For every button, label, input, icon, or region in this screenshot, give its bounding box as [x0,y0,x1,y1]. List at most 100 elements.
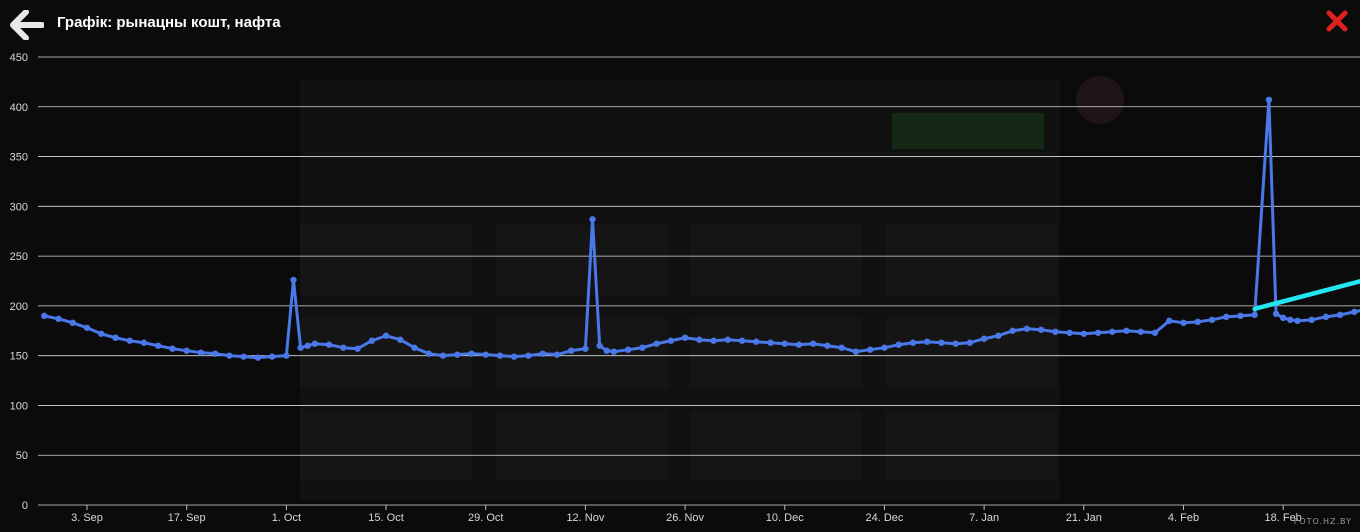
data-point [325,341,333,348]
data-point [304,342,311,349]
y-tick-label: 50 [16,450,28,462]
data-point [966,339,974,346]
data-point [696,336,703,343]
data-point [895,341,902,348]
grid-layer [38,56,1360,506]
data-point [283,352,290,359]
data-point [83,324,91,331]
data-point [425,350,432,357]
data-point [126,337,133,344]
data-point [582,345,589,352]
data-point [596,342,603,349]
price-chart: 0 50 100 150 200 250 300 350 400 450 3. Sep 17. Se… [10,52,1360,524]
data-point [140,339,148,346]
data-point [1137,328,1144,335]
data-point [810,340,817,347]
data-point [1052,328,1059,335]
data-point [1287,316,1294,324]
data-point [169,345,176,352]
data-point [724,336,731,343]
data-point [211,350,219,357]
y-tick-label: 150 [10,351,28,363]
y-tick-label: 100 [10,400,28,412]
data-point [781,340,788,347]
x-tick-label: 3. Sep [71,512,103,524]
data-point [340,344,347,351]
x-tick-label: 10. Dec [766,512,804,524]
data-point [1322,313,1330,321]
x-tick-label: 1. Oct [272,512,301,524]
x-tick-label: 7. Jan [969,512,999,524]
data-point [1166,317,1173,325]
data-point [738,337,746,344]
data-point [753,338,760,345]
data-point [1194,318,1201,326]
data-point [1223,313,1230,321]
y-tick-label: 350 [10,152,28,164]
data-point [1279,314,1287,322]
x-tick-label: 4. Feb [1168,512,1199,524]
data-point [240,353,247,360]
data-point [952,340,959,347]
series-layer [41,96,1360,361]
data-point [1265,96,1273,104]
data-point [980,335,988,342]
data-point [681,334,689,341]
data-point [938,339,945,346]
data-point [98,330,105,337]
data-point [995,332,1002,339]
data-point [411,344,418,351]
data-point [824,342,831,349]
data-point [667,337,675,344]
data-point [1151,329,1159,336]
data-point [923,338,931,345]
data-point [311,340,319,347]
data-point [1123,327,1130,334]
data-point [1009,327,1016,334]
x-tick-label: 29. Oct [468,512,503,524]
data-point [1180,319,1187,327]
data-point [1237,312,1244,320]
data-point [624,346,632,353]
data-point [41,312,48,320]
data-point [368,337,375,344]
y-tick-label: 0 [22,500,28,512]
data-point [155,342,162,349]
data-point [1109,328,1116,335]
data-point [767,339,774,346]
data-point [290,276,297,284]
data-point [795,341,803,348]
data-point [539,350,546,357]
data-point [1094,329,1102,336]
price-line [43,98,1360,360]
data-point [1066,329,1073,336]
x-tick-label: 15. Oct [368,512,403,524]
data-point [382,332,390,339]
data-point [397,336,404,343]
y-tick-label: 450 [10,52,28,64]
x-tick-label: 24. Dec [865,512,903,524]
data-point [354,345,361,352]
data-point [1308,316,1315,324]
data-point [603,347,610,354]
data-point [69,319,76,327]
data-point [1294,317,1301,325]
data-point [482,351,489,358]
data-point [881,344,888,351]
data-point [525,352,532,359]
data-point [197,349,205,356]
x-tick-label: 26. Nov [666,512,704,524]
data-point [1336,311,1344,319]
data-point [852,348,860,355]
data-point [1080,330,1088,337]
data-point [1208,316,1216,324]
y-tick-label: 200 [10,301,28,313]
data-point [639,344,646,351]
data-point [112,334,119,341]
x-axis-labels: 3. Sep 17. Sep 1. Oct 15. Oct 29. Oct 12. Nov… [71,505,1302,524]
x-tick-label: 12. Nov [566,512,604,524]
y-axis-labels: 0 50 100 150 200 250 300 350 400 450 [10,52,28,512]
data-point [1251,311,1258,319]
data-point [439,352,447,359]
data-point [567,347,575,354]
